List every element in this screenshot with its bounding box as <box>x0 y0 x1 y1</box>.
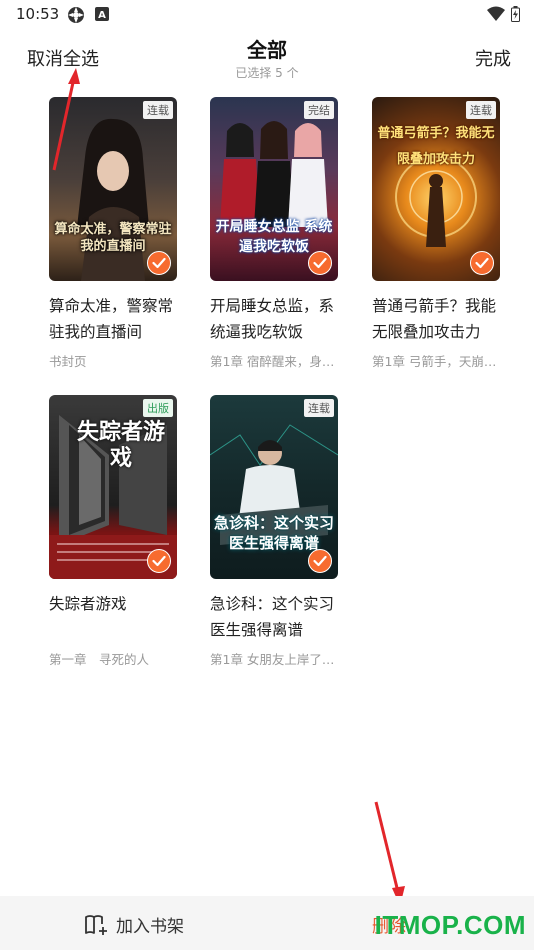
bookshelf-add-icon <box>85 914 107 935</box>
selected-check-icon[interactable] <box>308 549 332 573</box>
cover-title: 急诊科：这个实习医生强得离谱 <box>214 514 335 552</box>
book-progress: 第1章 弓箭手，天崩… <box>372 354 497 369</box>
status-tag: 出版 <box>143 399 173 417</box>
add-to-shelf-button[interactable]: 加入书架 <box>84 912 184 937</box>
selected-check-icon[interactable] <box>308 251 332 275</box>
status-tag: 完结 <box>304 101 334 119</box>
cover-title: 算命太准，警察常驻我的直播间 <box>54 222 172 254</box>
status-time: 10:53 <box>16 5 60 23</box>
watermark-logo: ITMOP.COM <box>374 910 526 940</box>
book-progress: 第1章 宿醉醒来，身… <box>210 354 335 369</box>
book-name: 算命太准，警察常驻我的直播间 <box>49 297 174 341</box>
done-button[interactable]: 完成 <box>475 45 511 71</box>
battery-icon <box>511 6 520 22</box>
book-progress: 第一章 寻死的人 <box>49 652 150 667</box>
book-cover[interactable]: 连载 普通弓箭手？我能无限叠加攻击力 <box>372 97 500 281</box>
book-name: 开局睡女总监，系统逼我吃软饭 <box>210 297 335 341</box>
book-progress: 第1章 女朋友上岸了… <box>210 652 335 667</box>
book-item[interactable]: 连载 普通弓箭手？我能无限叠加攻击力 普通弓箭手？我能无限叠加攻击力 第1章 弓… <box>372 97 500 370</box>
book-name: 失踪者游戏 <box>49 595 127 613</box>
annotation-arrow-up <box>52 68 80 171</box>
status-right <box>487 6 520 22</box>
annotation-arrow-down <box>374 801 405 906</box>
book-item[interactable]: 连载 急诊科：这个实习医生强得离谱 急诊科：这个实习医生强得离谱 第1章 女朋友… <box>210 395 338 668</box>
status-tag: 连载 <box>304 399 334 417</box>
svg-text:A: A <box>98 10 106 21</box>
book-cover[interactable]: 出版 失踪者游戏 <box>49 395 177 579</box>
screen: 10:53 A 取消全选 全部 已选择 5 个 完成 连载 算命太准，警察常驻我 <box>0 0 534 950</box>
book-name: 普通弓箭手？我能无限叠加攻击力 <box>372 297 497 341</box>
status-tag: 连载 <box>143 101 173 119</box>
book-name: 急诊科：这个实习医生强得离谱 <box>210 595 335 639</box>
book-cover[interactable]: 完结 开局睡女总监 系统逼我吃软饭 <box>210 97 338 281</box>
page-title: 全部 <box>247 38 287 62</box>
app-notification-icon <box>67 6 85 28</box>
bottom-action-bar: 加入书架 删除 ITMOP.COM <box>0 896 534 950</box>
add-to-shelf-label: 加入书架 <box>116 917 184 937</box>
book-progress: 书封页 <box>49 354 87 369</box>
selected-check-icon[interactable] <box>147 251 171 275</box>
selected-check-icon[interactable] <box>147 549 171 573</box>
cover-title: 失踪者游戏 <box>76 419 165 471</box>
book-cover[interactable]: 连载 急诊科：这个实习医生强得离谱 <box>210 395 338 579</box>
status-tag: 连载 <box>466 101 496 119</box>
status-bar: 10:53 A <box>0 0 534 30</box>
cover-title: 普通弓箭手？我能无限叠加攻击力 <box>377 126 495 167</box>
wifi-icon <box>487 6 505 21</box>
book-item[interactable]: 出版 失踪者游戏 失踪者游戏 第一章 寻死的人 <box>49 395 177 668</box>
book-item[interactable]: 完结 开局睡女总监 系统逼我吃软饭 开局睡女总监，系统逼我吃软饭 第1章 宿醉醒… <box>210 97 338 370</box>
a-badge-icon: A <box>95 6 109 25</box>
selected-check-icon[interactable] <box>470 251 494 275</box>
